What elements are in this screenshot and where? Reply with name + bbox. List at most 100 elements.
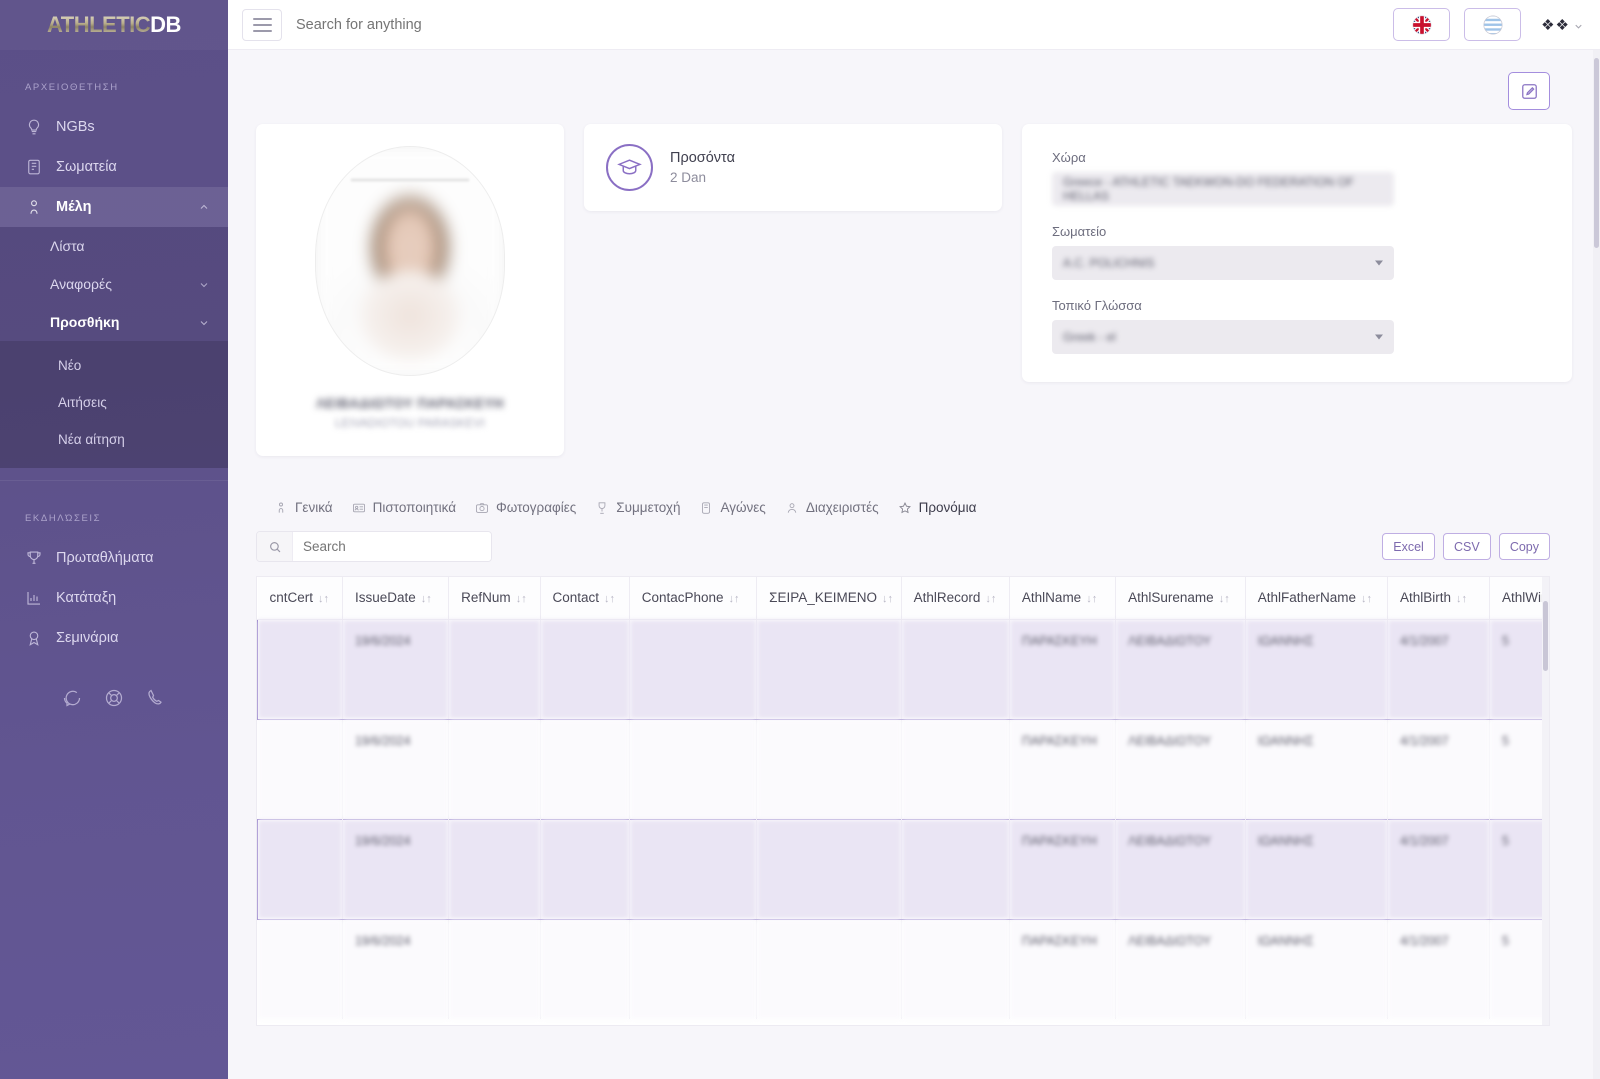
tab-pistopoiitika[interactable]: Πιστοποιητικά (352, 500, 456, 515)
export-csv-button[interactable]: CSV (1442, 533, 1491, 560)
hamburger-icon[interactable] (242, 8, 282, 41)
qualification-card: Προσόντα 2 Dan (584, 124, 1002, 211)
scrollbar-thumb[interactable] (1594, 58, 1599, 248)
sidebar-item-katataxi[interactable]: Κατάταξη (0, 578, 228, 618)
page-vertical-scrollbar[interactable] (1593, 50, 1600, 1079)
col-athlbirth[interactable]: AthlBirth ↓↑ (1387, 577, 1490, 620)
global-search-input[interactable] (296, 16, 1380, 33)
language-flag-button[interactable] (1393, 8, 1451, 41)
table-vertical-scrollbar[interactable] (1542, 577, 1549, 1025)
export-excel-button[interactable]: Excel (1382, 533, 1435, 560)
col-seira-keimeno[interactable]: ΣΕΙΡΑ_ΚΕΙΜΕΝΟ ↓↑ (756, 577, 902, 620)
col-refnum[interactable]: RefNum ↓↑ (448, 577, 541, 620)
sidebar-item-label: Σεμινάρια (56, 630, 119, 646)
col-athlfathername[interactable]: AthlFatherName ↓↑ (1245, 577, 1389, 620)
sidebar-item-lista[interactable]: Λίστα (0, 227, 228, 265)
sidebar-item-seminaria[interactable]: Σεμινάρια (0, 618, 228, 658)
tab-symmetochi[interactable]: Συμμετοχή (595, 500, 680, 515)
table-search[interactable] (256, 531, 492, 562)
cell-refnum (448, 719, 541, 819)
edit-square-icon[interactable] (1508, 72, 1550, 110)
col-label: AthlName (1021, 590, 1082, 606)
cell-seira-keimeno (756, 818, 902, 920)
field-language: Τοπικό Γλώσσα Greek - el (1052, 298, 1542, 354)
table-header-row: cntCert ↓↑ IssueDate ↓↑ RefNum ↓↑ Contact ↓↑… (257, 577, 1549, 620)
col-athlwin[interactable]: AthlWin↓↑ (1489, 577, 1549, 620)
chevron-up-icon (198, 201, 210, 213)
col-athlname[interactable]: AthlName ↓↑ (1009, 577, 1117, 620)
user-icon (787, 502, 797, 513)
sidebar-item-nea-aitisi[interactable]: Νέα αίτηση (0, 421, 228, 458)
sidebar-item-neo[interactable]: Νέο (0, 347, 228, 384)
country-input[interactable]: Greece - ATHLETIC TAEKWON-DO FEDERATION … (1052, 172, 1394, 206)
cell-athlsurename: ΛΕΙΒΑΔΙΩΤΟΥ (1115, 818, 1246, 920)
cell-athlbirth: 4/1/2007 (1387, 618, 1490, 720)
page-actions (256, 72, 1572, 110)
tab-label: Διαχειριστές (805, 500, 879, 515)
greece-flag-icon (1483, 14, 1503, 35)
user-menu-label: ❖❖ (1541, 16, 1570, 34)
table-search-input[interactable] (293, 532, 491, 561)
table-row[interactable]: 19/6/2024 ΠΑΡΑΣΚΕΥΗ ΛΕΙΒΑΔΙΩΤΟΥ ΙΩΑΝΝΗΣ … (257, 818, 1549, 920)
col-athlrecord[interactable]: AthlRecord ↓↑ (901, 577, 1010, 620)
topbar: ❖❖ (228, 0, 1600, 50)
table-toolbar: Excel CSV Copy (256, 531, 1572, 562)
person-icon (278, 502, 284, 513)
sidebar-item-meli[interactable]: Μέλη (0, 187, 228, 227)
brand-logo[interactable]: ATHLETICDB (0, 0, 228, 50)
sort-icon: ↓↑ (420, 593, 432, 606)
cell-athlrecord (901, 618, 1010, 720)
sidebar-item-label: Μέλη (56, 199, 92, 215)
sidebar-item-aitiseis[interactable]: Αιτήσεις (0, 384, 228, 421)
table-row[interactable]: 19/6/2024 ΠΑΡΑΣΚΕΥΗ ΛΕΙΒΑΔΙΩΤΟΥ ΙΩΑΝΝΗΣ … (257, 719, 1549, 819)
col-label: Contact (552, 590, 600, 606)
export-copy-button[interactable]: Copy (1498, 533, 1550, 560)
sidebar-item-anafores[interactable]: Αναφορές (0, 265, 228, 303)
cell-athlbirth: 4/1/2007 (1387, 818, 1490, 920)
lifebuoy-icon[interactable] (104, 688, 124, 708)
tab-pronomia[interactable]: Προνόμια (898, 500, 976, 515)
profile-card: ΛΕΙΒΑΔΙΩΤΟΥ ΠΑΡΑΣΚΕΥΗ LEIVADIOTOU PARASK… (256, 124, 564, 456)
col-label: RefNum (461, 590, 511, 606)
col-label: cntCert (269, 590, 314, 606)
sidebar-item-protathlimata[interactable]: Πρωταθλήματα (0, 538, 228, 578)
avatar (315, 146, 505, 376)
club-select[interactable]: A.C. POLICHNIS (1052, 246, 1394, 280)
privileges-table: cntCert ↓↑ IssueDate ↓↑ RefNum ↓↑ Contact ↓↑… (257, 577, 1549, 1019)
tab-diaxeiristes[interactable]: Διαχειριστές (785, 500, 879, 515)
sidebar-item-ngbs[interactable]: NGBs (0, 107, 228, 147)
scrollbar-thumb[interactable] (1543, 601, 1548, 671)
col-contact[interactable]: Contact ↓↑ (540, 577, 630, 620)
col-label: ΣΕΙΡΑ_ΚΕΙΜΕΝΟ (769, 590, 878, 606)
tab-agones[interactable]: Αγώνες (699, 500, 766, 515)
tab-label: Γενικά (295, 500, 333, 515)
col-cntcert[interactable]: cntCert ↓↑ (257, 577, 343, 620)
tab-fotografies[interactable]: Φωτογραφίες (475, 500, 576, 515)
sidebar-item-prosthiki[interactable]: Προσθήκη (0, 303, 228, 341)
col-issuedate[interactable]: IssueDate ↓↑ (342, 577, 450, 620)
sort-icon: ↓↑ (882, 593, 894, 606)
sidebar-item-somateia[interactable]: Σωματεία (0, 147, 228, 187)
phone-icon[interactable] (146, 688, 166, 708)
field-label: Σωματείο (1052, 224, 1107, 239)
field-country: Χώρα Greece - ATHLETIC TAEKWON-DO FEDERA… (1052, 150, 1542, 206)
language-select[interactable]: Greek - el (1052, 320, 1394, 354)
table-row[interactable]: 19/6/2024 ΠΑΡΑΣΚΕΥΗ ΛΕΙΒΑΔΙΩΤΟΥ ΙΩΑΝΝΗΣ … (257, 618, 1549, 720)
main-area: ❖❖ ΛΕΙΒΑΔΙΩΤΟΥ ΠΑΡΑΣΚΕΥΗ (228, 0, 1600, 1079)
cell-refnum (448, 818, 541, 920)
tab-genika[interactable]: Γενικά (274, 500, 333, 515)
sidebar-item-label: Αναφορές (50, 276, 112, 292)
building-icon (25, 158, 43, 176)
user-menu[interactable]: ❖❖ (1535, 16, 1584, 34)
sidebar-item-label: Προσθήκη (50, 314, 120, 330)
table-row[interactable]: 19/6/2024 ΠΑΡΑΣΚΕΥΗ ΛΕΙΒΑΔΙΩΤΟΥ ΙΩΑΝΝΗΣ … (257, 919, 1549, 1019)
cell-athlbirth: 4/1/2007 (1387, 719, 1490, 819)
sidebar-item-label: Αιτήσεις (58, 395, 107, 410)
bar-chart-icon (25, 589, 43, 607)
chat-icon[interactable] (62, 688, 82, 708)
col-contacphone[interactable]: ContacPhone ↓↑ (629, 577, 758, 620)
country-flag-button[interactable] (1464, 8, 1522, 41)
member-icon (25, 198, 43, 216)
col-athlsurename[interactable]: AthlSurename ↓↑ (1115, 577, 1246, 620)
cell-contact (540, 618, 630, 720)
